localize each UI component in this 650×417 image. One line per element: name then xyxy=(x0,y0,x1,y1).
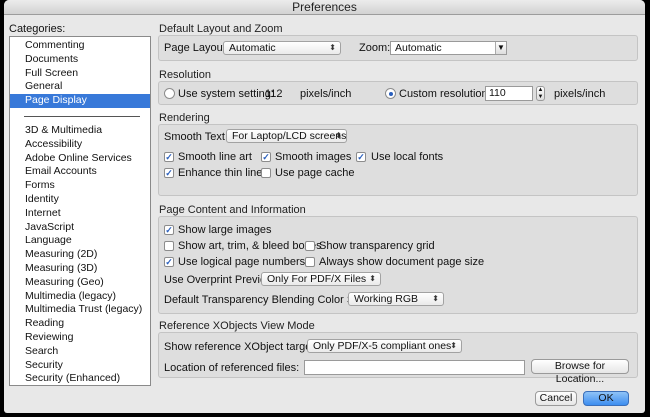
system-resolution-unit: pixels/inch xyxy=(300,88,352,100)
rendering-title: Rendering xyxy=(159,112,210,124)
cancel-button[interactable]: Cancel xyxy=(535,391,577,406)
category-item[interactable]: Email Accounts xyxy=(10,165,150,179)
blending-value: Working RGB xyxy=(354,293,418,305)
category-item[interactable]: 3D & Multimedia xyxy=(10,124,150,138)
local-fonts-checkbox[interactable]: ✓ xyxy=(356,152,366,162)
art-trim-label: Show art, trim, & bleed boxes xyxy=(178,240,322,252)
local-fonts-label: Use local fonts xyxy=(371,151,444,163)
system-resolution-value: 112 xyxy=(265,88,283,100)
updown-arrows-icon: ⬍ xyxy=(432,294,439,303)
category-item[interactable]: Reviewing xyxy=(10,331,150,345)
xobject-targets-select[interactable]: Only PDF/X-5 compliant ones ⬍ xyxy=(307,339,462,353)
logical-page-numbers-label: Use logical page numbers xyxy=(178,256,306,268)
layout-zoom-title: Default Layout and Zoom xyxy=(159,23,283,35)
page-content-group: ✓ Show large images Show art, trim, & bl… xyxy=(158,216,638,314)
transparency-grid-label: Show transparency grid xyxy=(319,240,435,252)
category-item[interactable]: Forms xyxy=(10,179,150,193)
category-item[interactable]: Documents xyxy=(10,53,150,67)
browse-location-button[interactable]: Browse for Location... xyxy=(531,359,629,385)
rendering-group: Smooth Text: For Laptop/LCD screens ⬍ ✓ … xyxy=(158,124,638,196)
category-item[interactable]: Measuring (Geo) xyxy=(10,276,150,290)
page-cache-checkbox[interactable] xyxy=(261,168,271,178)
custom-resolution-input[interactable]: 110 xyxy=(485,86,533,101)
smooth-text-value: For Laptop/LCD screens xyxy=(232,130,347,142)
category-item[interactable]: Commenting xyxy=(10,39,150,53)
resolution-stepper[interactable]: ▲ ▼ xyxy=(536,86,545,101)
zoom-combo[interactable]: Automatic ▼ xyxy=(390,41,507,55)
logical-page-numbers-checkbox[interactable]: ✓ xyxy=(164,257,174,267)
smooth-images-label: Smooth images xyxy=(275,151,352,163)
referenced-files-label: Location of referenced files: xyxy=(164,362,300,374)
category-item[interactable]: Measuring (3D) xyxy=(10,262,150,276)
referenced-files-input[interactable] xyxy=(304,360,525,375)
updown-arrows-icon: ⬍ xyxy=(329,43,336,52)
doc-page-size-checkbox[interactable] xyxy=(305,257,315,267)
category-separator xyxy=(24,116,140,117)
category-item[interactable]: Page Display xyxy=(10,94,150,108)
category-item[interactable]: Multimedia Trust (legacy) xyxy=(10,303,150,317)
xobject-targets-label: Show reference XObject targets: xyxy=(164,341,323,353)
art-trim-checkbox[interactable] xyxy=(164,241,174,251)
category-item[interactable]: Language xyxy=(10,234,150,248)
smooth-images-checkbox[interactable]: ✓ xyxy=(261,152,271,162)
category-item[interactable]: Multimedia (legacy) xyxy=(10,290,150,304)
category-item[interactable]: Security (Enhanced) xyxy=(10,372,150,385)
large-images-checkbox[interactable]: ✓ xyxy=(164,225,174,235)
category-item[interactable]: Full Screen xyxy=(10,67,150,81)
system-setting-radio[interactable] xyxy=(164,88,175,99)
doc-page-size-label: Always show document page size xyxy=(319,256,485,268)
enhance-thin-lines-label: Enhance thin lines xyxy=(178,167,268,179)
zoom-value: Automatic xyxy=(395,42,442,54)
category-item[interactable]: Measuring (2D) xyxy=(10,248,150,262)
large-images-label: Show large images xyxy=(178,224,272,236)
custom-resolution-unit: pixels/inch xyxy=(554,88,606,100)
page-layout-select[interactable]: Automatic ⬍ xyxy=(223,41,341,55)
category-item[interactable]: Security xyxy=(10,359,150,373)
window-title: Preferences xyxy=(4,0,645,15)
custom-resolution-label: Custom resolution: xyxy=(399,88,491,100)
smooth-text-label: Smooth Text: xyxy=(164,131,228,143)
category-item[interactable]: Search xyxy=(10,345,150,359)
resolution-title: Resolution xyxy=(159,69,211,81)
category-item[interactable]: JavaScript xyxy=(10,221,150,235)
page-layout-value: Automatic xyxy=(229,42,276,54)
custom-resolution-radio[interactable] xyxy=(385,88,396,99)
system-setting-label: Use system setting: xyxy=(178,88,274,100)
overprint-value: Only For PDF/X Files xyxy=(267,273,367,285)
category-item[interactable]: Identity xyxy=(10,193,150,207)
enhance-thin-lines-checkbox[interactable]: ✓ xyxy=(164,168,174,178)
updown-arrows-icon: ⬍ xyxy=(369,274,376,283)
updown-arrows-icon: ⬍ xyxy=(335,131,342,140)
smooth-text-select[interactable]: For Laptop/LCD screens ⬍ xyxy=(226,129,347,143)
category-item[interactable]: Internet xyxy=(10,207,150,221)
xobjects-title: Reference XObjects View Mode xyxy=(159,320,315,332)
categories-label: Categories: xyxy=(9,23,66,35)
page-layout-label: Page Layout: xyxy=(164,42,229,54)
categories-list[interactable]: Commenting Documents Full Screen General Pag… xyxy=(9,36,151,386)
category-item[interactable]: Adobe Online Services xyxy=(10,152,150,166)
preferences-window: Preferences Categories: Commenting Docume… xyxy=(4,0,645,413)
zoom-label: Zoom: xyxy=(359,42,391,54)
blending-select[interactable]: Working RGB ⬍ xyxy=(348,292,444,306)
category-item[interactable]: Reading xyxy=(10,317,150,331)
xobject-targets-value: Only PDF/X-5 compliant ones xyxy=(313,340,452,352)
page-cache-label: Use page cache xyxy=(275,167,355,179)
updown-arrows-icon: ⬍ xyxy=(450,341,457,350)
smooth-line-art-label: Smooth line art xyxy=(178,151,252,163)
category-item[interactable]: Accessibility xyxy=(10,138,150,152)
transparency-grid-checkbox[interactable] xyxy=(305,241,315,251)
overprint-select[interactable]: Only For PDF/X Files ⬍ xyxy=(261,272,381,286)
page-content-title: Page Content and Information xyxy=(159,204,306,216)
dropdown-arrow-icon[interactable]: ▼ xyxy=(495,42,506,54)
category-item[interactable]: General xyxy=(10,80,150,94)
xobjects-group: Show reference XObject targets: Only PDF… xyxy=(158,332,638,385)
resolution-group: Use system setting: 112 pixels/inch Cust… xyxy=(158,81,638,105)
ok-button[interactable]: OK xyxy=(583,391,629,406)
layout-zoom-group: Page Layout: Automatic ⬍ Zoom: Automatic… xyxy=(158,35,638,61)
smooth-line-art-checkbox[interactable]: ✓ xyxy=(164,152,174,162)
